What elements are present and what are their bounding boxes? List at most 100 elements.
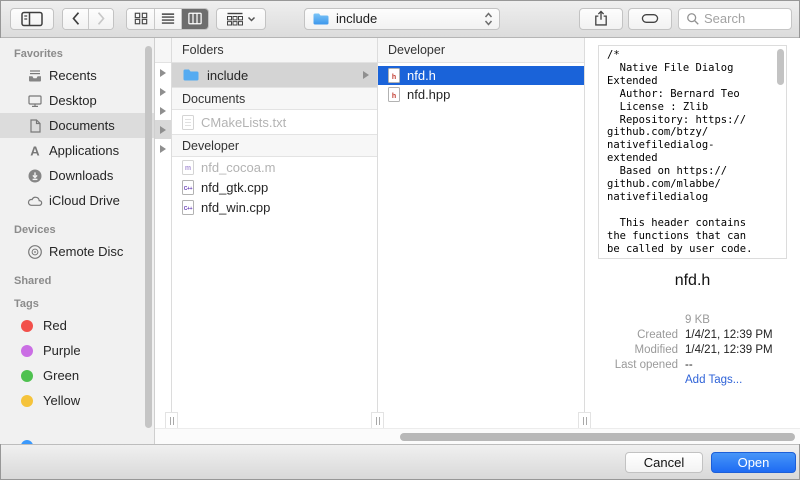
collapsed-column [155,38,172,444]
tag-color-dot [21,345,33,357]
file-content-preview: /* Native File Dialog Extended Author: B… [598,45,787,259]
search-input[interactable] [704,11,782,26]
sidebar-item-tag-red[interactable]: Red [0,313,154,338]
sidebar-section-devices: Devices [14,224,154,236]
file-info: 9 KB Created 1/4/21, 12:39 PM Modified 1… [585,314,800,386]
arrange-icon [226,12,244,26]
cpp-file-icon: C++ [182,200,194,215]
sidebar-item-label: Yellow [43,393,80,408]
desktop-icon [27,93,43,109]
sidebar-item-recents[interactable]: Recents [0,63,154,88]
sidebar-item-downloads[interactable]: Downloads [0,163,154,188]
list-view-button[interactable] [154,9,181,29]
arrange-button[interactable] [216,8,266,30]
disclosure-arrow-icon [160,69,166,77]
share-button[interactable] [579,8,623,30]
column-header-developer: Developer [378,38,584,63]
column-view-icon [188,12,202,25]
disclosure-arrow-icon [160,145,166,153]
disclosure-arrow-icon [160,107,166,115]
preview-pane: /* Native File Dialog Extended Author: B… [585,38,800,444]
column-resize-handle[interactable] [371,412,384,428]
info-value-last-opened: -- [685,359,800,371]
folder-icon [182,68,200,82]
sidebar-item-applications[interactable]: A Applications [0,138,154,163]
horizontal-scrollbar-thumb[interactable] [400,433,795,441]
search-field[interactable] [678,8,792,30]
group-header-documents: Documents [172,87,377,110]
file-row-nfd-h[interactable]: h nfd.h [378,66,584,85]
tag-color-dot [21,320,33,332]
collapsed-row[interactable] [155,101,171,120]
file-row-nfd-cocoa[interactable]: m nfd_cocoa.m [172,157,377,177]
preview-scrollbar-thumb[interactable] [777,49,784,85]
sidebar-toggle-button[interactable] [10,8,54,30]
column-resize-handle[interactable] [165,412,178,428]
open-button[interactable]: Open [711,452,796,473]
icon-view-button[interactable] [127,9,154,29]
tags-button[interactable] [628,8,672,30]
sidebar-item-remote-disc[interactable]: Remote Disc [0,239,154,264]
column-header-folders: Folders [172,38,377,63]
dialog-footer: Cancel Open [0,444,800,480]
sidebar-scrollbar-thumb[interactable] [145,46,152,428]
header-file-icon: h [388,68,400,83]
file-row-cmakelists[interactable]: CMakeLists.txt [172,110,377,134]
chevron-down-icon [247,15,256,23]
collapsed-row[interactable] [155,82,171,101]
sidebar-item-icloud-drive[interactable]: iCloud Drive [0,188,154,213]
sidebar-item-label: iCloud Drive [49,193,120,208]
preview-filename: nfd.h [585,272,800,290]
sidebar-item-desktop[interactable]: Desktop [0,88,154,113]
toolbar: include [0,0,800,38]
search-icon [686,12,700,26]
file-row-nfd-win[interactable]: C++ nfd_win.cpp [172,197,377,217]
recents-icon [27,68,43,84]
sidebar-item-label: Green [43,368,79,383]
disc-icon [27,244,43,260]
file-row-nfd-hpp[interactable]: h nfd.hpp [378,85,584,104]
icloud-icon [27,193,43,209]
back-button[interactable] [63,9,88,29]
sidebar-item-documents[interactable]: Documents [0,113,154,138]
collapsed-column-header [155,38,171,63]
sidebar-item-label: Applications [49,143,119,158]
svg-text:A: A [30,143,40,158]
column-resize-handle[interactable] [578,412,591,428]
document-icon [27,118,43,134]
file-name: CMakeLists.txt [201,115,286,130]
add-tags-link[interactable]: Add Tags... [685,374,800,386]
sidebar-section-shared: Shared [14,275,154,287]
sidebar-item-tag-yellow[interactable]: Yellow [0,388,154,413]
collapsed-row-selected[interactable] [155,120,171,139]
sidebar-item-tag-purple[interactable]: Purple [0,338,154,363]
sidebar-toggle-icon [21,11,43,27]
files-column: Developer h nfd.h h nfd.hpp [378,38,585,444]
horizontal-scrollbar[interactable] [155,428,800,444]
nav-buttons [62,8,114,30]
chevron-right-icon [96,11,106,26]
collapsed-row[interactable] [155,139,171,158]
column-view-button[interactable] [181,9,208,29]
sidebar-section-tags: Tags [14,298,154,310]
file-size: 9 KB [685,314,800,326]
folders-column: Folders include Documents CMakeLists.txt… [172,38,378,444]
forward-button[interactable] [88,9,113,29]
sidebar-item-label: Documents [49,118,115,133]
sidebar-item-label: Desktop [49,93,97,108]
file-row-include[interactable]: include [172,63,377,87]
file-name: nfd.hpp [407,87,450,102]
sidebar-item-tag-green[interactable]: Green [0,363,154,388]
location-popup[interactable]: include [304,8,500,30]
info-label-modified: Modified [585,344,678,356]
finder-open-dialog: include [0,0,800,480]
sidebar-item-label: Recents [49,68,97,83]
share-icon [592,10,610,27]
collapsed-row[interactable] [155,63,171,82]
tag-color-dot [21,370,33,382]
file-row-nfd-gtk[interactable]: C++ nfd_gtk.cpp [172,177,377,197]
info-value-created: 1/4/21, 12:39 PM [685,329,800,341]
cancel-button[interactable]: Cancel [625,452,703,473]
preview-text: /* Native File Dialog Extended Author: B… [599,46,786,259]
chevron-left-icon [71,11,81,26]
